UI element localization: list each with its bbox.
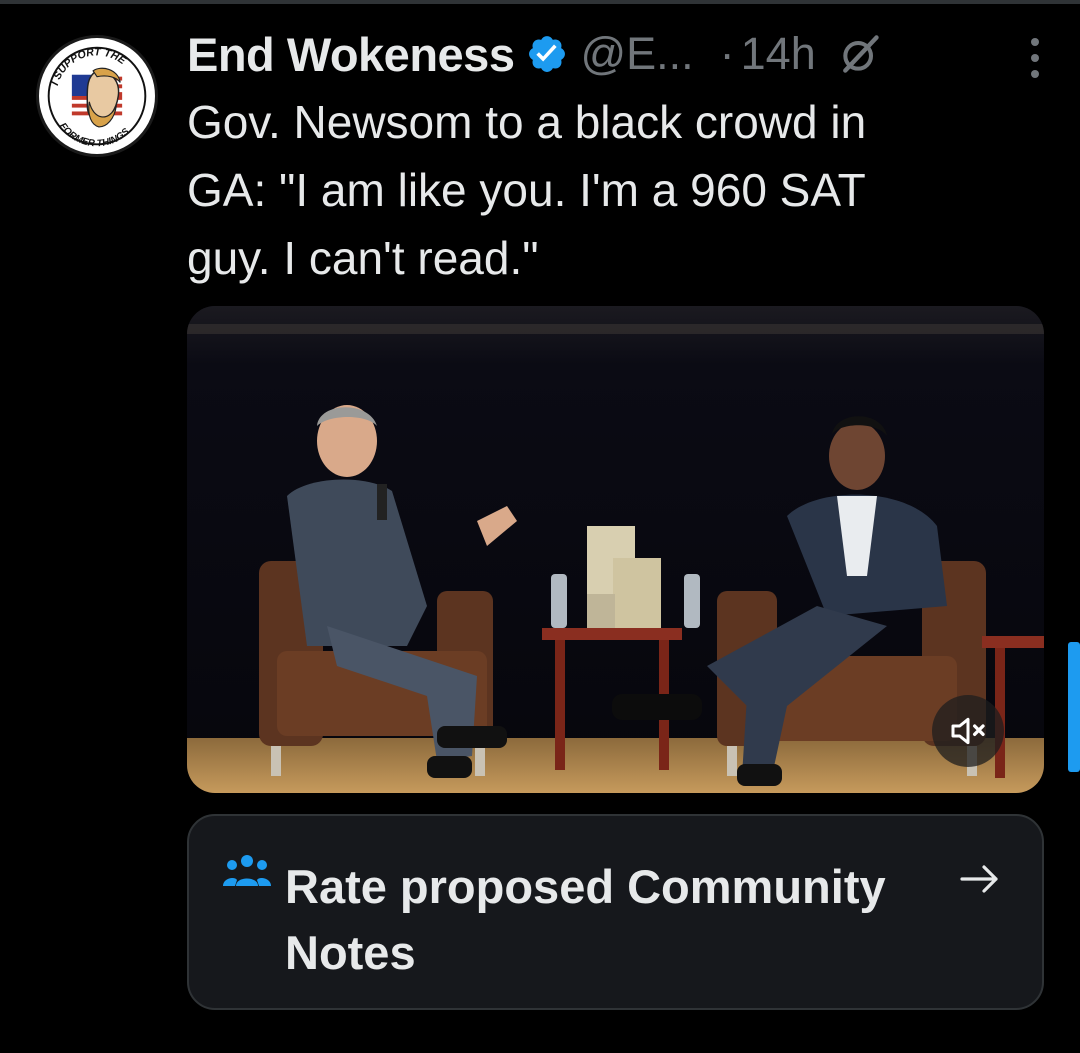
video-frame	[187, 306, 1044, 793]
avatar-badge-icon: I SUPPORT THE FORMER THINGS	[40, 39, 154, 153]
timestamp[interactable]: 14h	[741, 28, 816, 80]
speaker-muted-icon	[951, 717, 985, 745]
verified-badge-icon[interactable]	[526, 33, 568, 75]
tweet-header: End Wokeness @E... · 14h	[187, 24, 1057, 84]
arrow-right-icon	[960, 865, 998, 893]
people-icon	[223, 855, 271, 886]
tweet-text-line: guy. I can't read."	[187, 232, 539, 284]
community-notes-prompt[interactable]: Rate proposed Community Notes	[187, 814, 1044, 1010]
scrollbar-thumb[interactable]	[1068, 642, 1080, 772]
mute-toggle-button[interactable]	[932, 695, 1004, 767]
more-options-icon[interactable]	[1030, 38, 1040, 78]
grok-icon[interactable]	[838, 32, 882, 76]
author-name[interactable]: End Wokeness	[187, 27, 515, 82]
tweet-text-line: Gov. Newsom to a black crowd in	[187, 96, 867, 148]
tweet-text: Gov. Newsom to a black crowd in GA: "I a…	[187, 88, 1047, 292]
community-notes-label: Rate proposed Community Notes	[285, 860, 886, 979]
tweet[interactable]: I SUPPORT THE FORMER THINGS End Wokeness	[0, 0, 1080, 1053]
tweet-text-line: GA: "I am like you. I'm a 960 SAT	[187, 164, 866, 216]
author-handle[interactable]: @E...	[580, 28, 693, 80]
avatar[interactable]: I SUPPORT THE FORMER THINGS	[36, 35, 158, 157]
video-player[interactable]	[187, 306, 1044, 793]
separator-dot: ·	[719, 28, 735, 79]
